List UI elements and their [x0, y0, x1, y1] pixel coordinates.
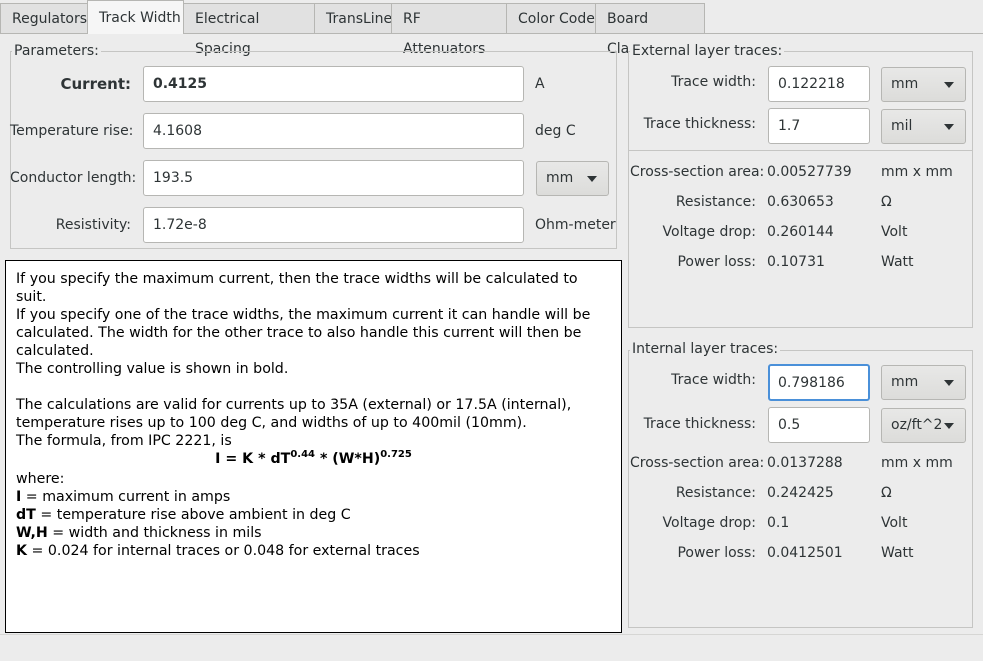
ext-resistance-value: 0.630653 — [767, 194, 834, 210]
int-trace-thickness-unit-select[interactable]: oz/ft^2 — [881, 408, 966, 443]
definition-line: K = 0.024 for internal traces or 0.048 f… — [16, 543, 420, 559]
int-voltage-drop-value: 0.1 — [767, 515, 790, 531]
divider — [0, 634, 983, 635]
int-power-loss-label: Power loss: — [677, 545, 756, 561]
tab-bar: Regulators Track Width Electrical Spacin… — [0, 0, 983, 57]
int-voltage-drop-label: Voltage drop: — [662, 515, 756, 531]
chevron-down-icon — [944, 422, 954, 429]
ext-resistance-label: Resistance: — [675, 194, 756, 210]
int-power-loss-unit: Watt — [881, 545, 914, 561]
ext-power-loss-label: Power loss: — [677, 254, 756, 270]
ext-cross-section-value: 0.00527739 — [767, 164, 852, 180]
ext-voltage-drop-label: Voltage drop: — [662, 224, 756, 240]
chevron-down-icon — [944, 123, 954, 130]
help-paragraph: The controlling value is shown in bold. — [16, 361, 289, 377]
temperature-rise-label: Temperature rise: — [10, 123, 134, 139]
where-label: where: — [16, 471, 65, 487]
int-resistance-unit: Ω — [881, 485, 892, 501]
ext-voltage-drop-unit: Volt — [881, 224, 908, 240]
definition-line: I = maximum current in amps — [16, 489, 231, 505]
int-trace-width-unit-value: mm — [891, 374, 919, 390]
conductor-length-label: Conductor length: — [10, 170, 137, 186]
chevron-down-icon — [944, 379, 954, 386]
ext-trace-thickness-input[interactable] — [768, 108, 870, 144]
current-unit: A — [535, 76, 545, 92]
conductor-length-unit-value: mm — [546, 170, 574, 186]
formula: I = K * dT0.44 * (W*H)0.725 — [215, 449, 412, 468]
tab-electrical-spacing[interactable]: Electrical Spacing — [183, 3, 315, 57]
definition-line: dT = temperature rise above ambient in d… — [16, 507, 351, 523]
tab-regulators[interactable]: Regulators — [0, 3, 88, 34]
ext-power-loss-value: 0.10731 — [767, 254, 825, 270]
tab-board-classes[interactable]: Board Classes — [595, 3, 705, 57]
ext-trace-width-unit-select[interactable]: mm — [881, 67, 966, 102]
tab-rf-attenuators[interactable]: RF Attenuators — [391, 3, 507, 57]
int-cross-section-label: Cross-section area: — [630, 455, 765, 471]
internal-layer-title: Internal layer traces: — [630, 341, 781, 357]
int-trace-thickness-label: Trace thickness: — [643, 416, 756, 432]
external-layer-title: External layer traces: — [630, 43, 785, 59]
chevron-down-icon — [944, 81, 954, 88]
int-voltage-drop-unit: Volt — [881, 515, 908, 531]
int-trace-thickness-unit-value: oz/ft^2 — [891, 417, 943, 433]
ext-voltage-drop-value: 0.260144 — [767, 224, 834, 240]
resistivity-unit: Ohm-meter — [535, 217, 616, 233]
int-resistance-label: Resistance: — [675, 485, 756, 501]
conductor-length-input[interactable] — [143, 160, 524, 196]
ext-trace-thickness-label: Trace thickness: — [643, 116, 756, 132]
ext-resistance-unit: Ω — [881, 194, 892, 210]
ext-trace-thickness-unit-select[interactable]: mil — [881, 109, 966, 144]
ext-power-loss-unit: Watt — [881, 254, 914, 270]
ext-trace-width-label: Trace width: — [671, 74, 756, 90]
tab-color-code[interactable]: Color Code — [506, 3, 596, 34]
chevron-down-icon — [587, 175, 597, 182]
conductor-length-unit-select[interactable]: mm — [536, 161, 609, 196]
int-cross-section-value: 0.0137288 — [767, 455, 843, 471]
temperature-rise-unit: deg C — [535, 123, 576, 139]
resistivity-input[interactable] — [143, 207, 524, 243]
ext-trace-width-input[interactable] — [768, 66, 870, 102]
current-label: Current: — [60, 75, 131, 93]
help-text-panel: If you specify the maximum current, then… — [5, 260, 622, 633]
ext-cross-section-label: Cross-section area: — [630, 164, 765, 180]
help-paragraph: If you specify one of the trace widths, … — [16, 307, 591, 359]
divider — [629, 150, 972, 151]
tab-transline[interactable]: TransLine — [314, 3, 392, 34]
temperature-rise-input[interactable] — [143, 113, 524, 149]
ext-trace-width-unit-value: mm — [891, 76, 919, 92]
help-paragraph: The calculations are valid for currents … — [16, 397, 572, 431]
resistivity-label: Resistivity: — [55, 217, 131, 233]
current-input[interactable] — [143, 66, 524, 102]
int-cross-section-unit: mm x mm — [881, 455, 953, 471]
int-trace-width-unit-select[interactable]: mm — [881, 365, 966, 400]
int-trace-thickness-input[interactable] — [768, 407, 870, 443]
int-trace-width-label: Trace width: — [671, 372, 756, 388]
ext-cross-section-unit: mm x mm — [881, 164, 953, 180]
help-paragraph: The formula, from IPC 2221, is — [16, 433, 232, 449]
int-power-loss-value: 0.0412501 — [767, 545, 843, 561]
parameters-title: Parameters: — [12, 43, 101, 59]
help-paragraph: If you specify the maximum current, then… — [16, 271, 578, 305]
definition-line: W,H = width and thickness in mils — [16, 525, 262, 541]
int-trace-width-input[interactable] — [768, 364, 870, 401]
int-resistance-value: 0.242425 — [767, 485, 834, 501]
ext-trace-thickness-unit-value: mil — [891, 118, 913, 134]
tab-track-width[interactable]: Track Width — [87, 0, 184, 34]
